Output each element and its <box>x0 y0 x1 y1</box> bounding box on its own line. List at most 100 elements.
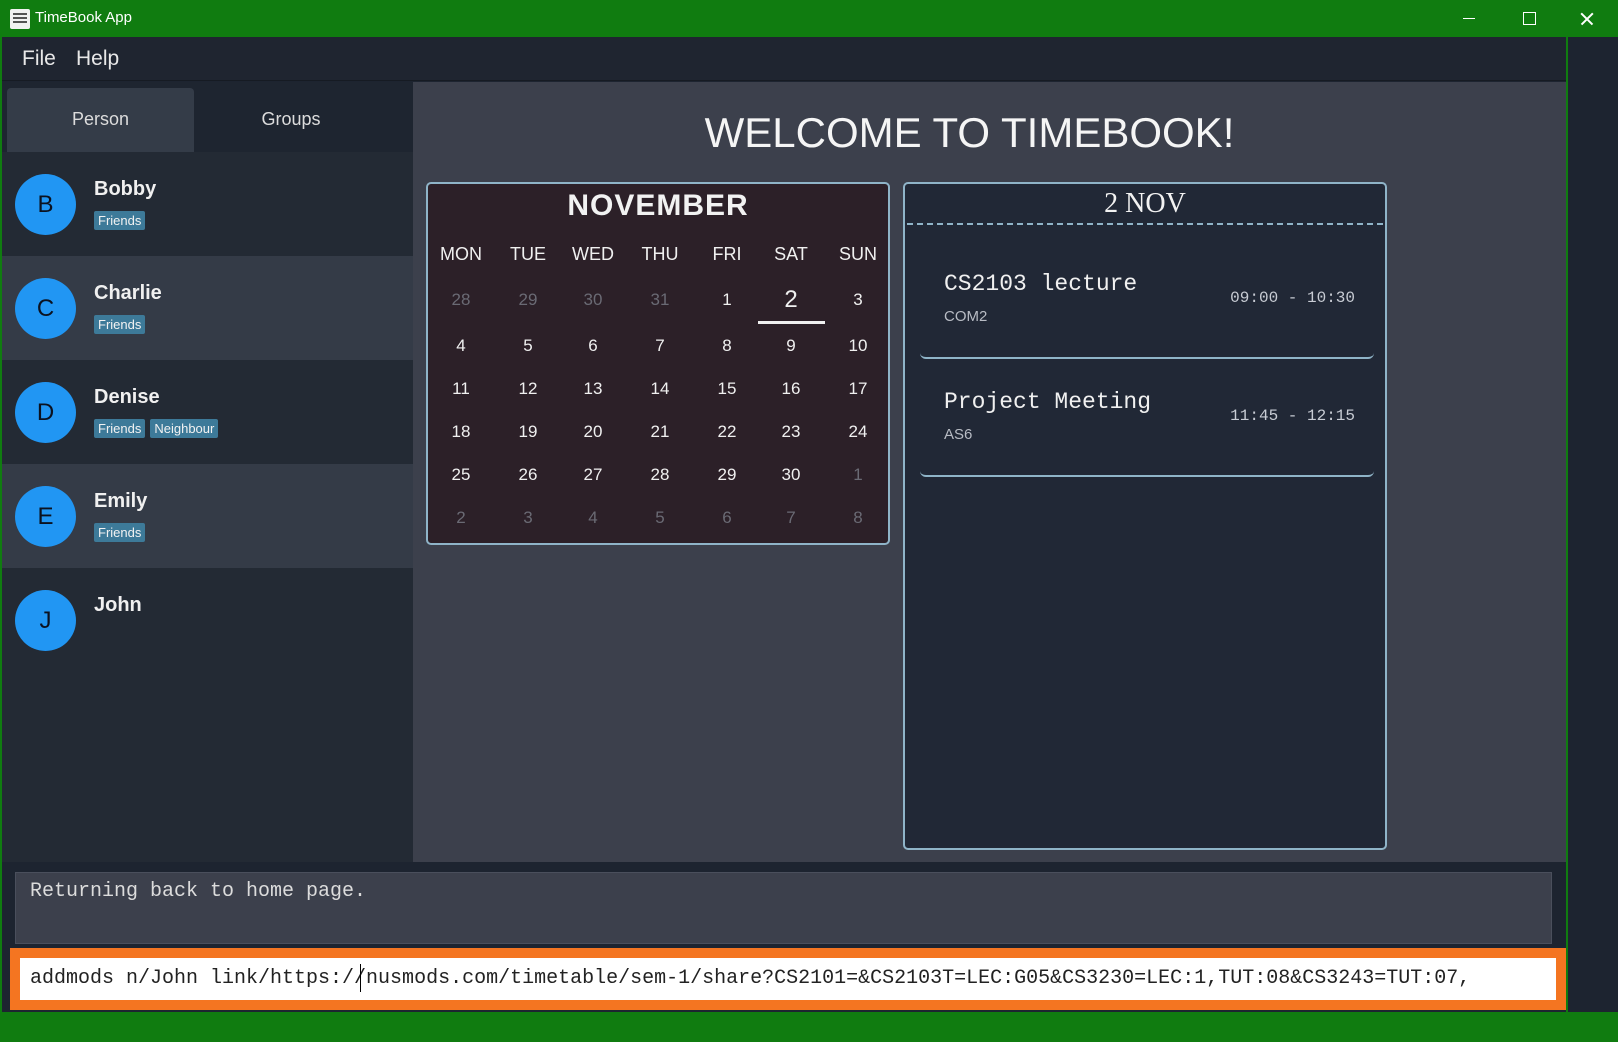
weekday-header: SUN <box>838 244 877 264</box>
calendar-day[interactable]: 16 <box>761 379 821 399</box>
calendar-day[interactable]: 4 <box>563 508 623 528</box>
calendar: NOVEMBER MON TUE WED THU FRI SAT SUN 28 29 30 31 1 2… <box>426 182 890 545</box>
command-text: addmods n/John link/https://nusmods.com/… <box>30 967 1471 990</box>
calendar-day[interactable]: 8 <box>697 336 757 356</box>
minimize-icon[interactable] <box>1440 0 1498 37</box>
calendar-day[interactable]: 30 <box>563 290 623 310</box>
event-title: Project Meeting <box>944 389 1152 415</box>
calendar-day[interactable]: 27 <box>563 465 623 485</box>
calendar-day[interactable]: 28 <box>431 290 491 310</box>
tag-badge: Friends <box>94 211 146 230</box>
calendar-day[interactable]: 20 <box>563 422 623 442</box>
person-card[interactable]: J John <box>2 568 413 672</box>
calendar-day[interactable]: 29 <box>697 465 757 485</box>
tag-list: Friends <box>94 315 150 334</box>
tag-badge: Friends <box>94 523 146 542</box>
close-icon[interactable] <box>1558 0 1616 37</box>
event-title: CS2103 lecture <box>944 271 1138 297</box>
main-panel: WELCOME TO TIMEBOOK! NOVEMBER MON TUE WED T… <box>413 82 1566 862</box>
calendar-day[interactable]: 3 <box>498 508 558 528</box>
person-card[interactable]: E Emily Friends <box>2 464 413 568</box>
calendar-day[interactable]: 1 <box>697 290 757 310</box>
calendar-day[interactable]: 8 <box>828 508 888 528</box>
calendar-day[interactable]: 25 <box>431 465 491 485</box>
calendar-day-selected[interactable]: 2 <box>761 286 821 314</box>
calendar-day[interactable]: 1 <box>828 465 888 485</box>
result-text: Returning back to home page. <box>30 880 367 903</box>
person-card[interactable]: C Charlie Friends <box>2 256 413 360</box>
calendar-day[interactable]: 5 <box>630 508 690 528</box>
calendar-day[interactable]: 26 <box>498 465 558 485</box>
calendar-day[interactable]: 14 <box>630 379 690 399</box>
weekday-header: FRI <box>712 244 742 264</box>
menu-file[interactable]: File <box>22 47 56 71</box>
event-card[interactable]: CS2103 lecture COM2 09:00 - 10:30 <box>920 241 1374 359</box>
window-title: TimeBook App <box>35 9 132 26</box>
tab-person[interactable]: Person <box>7 88 194 152</box>
calendar-day[interactable]: 2 <box>431 508 491 528</box>
command-box: addmods n/John link/https://nusmods.com/… <box>10 948 1566 1010</box>
calendar-day[interactable]: 9 <box>761 336 821 356</box>
calendar-day[interactable]: 10 <box>828 336 888 356</box>
tag-list: Friends <box>94 523 150 542</box>
menu-help[interactable]: Help <box>76 47 119 71</box>
event-time: 09:00 - 10:30 <box>1230 289 1355 307</box>
calendar-day[interactable]: 12 <box>498 379 558 399</box>
avatar: D <box>15 382 76 443</box>
avatar: C <box>15 278 76 339</box>
avatar: J <box>15 590 76 651</box>
tag-badge: Friends <box>94 315 146 334</box>
event-card[interactable]: Project Meeting AS6 11:45 - 12:15 <box>920 359 1374 477</box>
calendar-day[interactable]: 5 <box>498 336 558 356</box>
app-icon <box>10 9 30 29</box>
person-panel: Person Groups B Bobby Friends C Charlie Frien… <box>2 82 413 862</box>
event-time: 11:45 - 12:15 <box>1230 407 1355 425</box>
weekday-header: MON <box>440 244 482 264</box>
schedule-panel: 2 NOV CS2103 lecture COM2 09:00 - 10:30 … <box>903 182 1387 850</box>
event-location: COM2 <box>944 308 988 325</box>
calendar-day[interactable]: 28 <box>630 465 690 485</box>
calendar-day[interactable]: 4 <box>431 336 491 356</box>
calendar-day[interactable]: 17 <box>828 379 888 399</box>
menu-bar: File Help <box>2 37 1616 81</box>
calendar-day[interactable]: 24 <box>828 422 888 442</box>
calendar-day[interactable]: 19 <box>498 422 558 442</box>
calendar-day[interactable]: 7 <box>761 508 821 528</box>
person-card[interactable]: B Bobby Friends <box>2 152 413 256</box>
calendar-day[interactable]: 29 <box>498 290 558 310</box>
tag-badge: Friends <box>94 419 146 438</box>
event-location: AS6 <box>944 426 973 443</box>
calendar-day[interactable]: 30 <box>761 465 821 485</box>
window-border-right <box>1566 37 1618 1012</box>
person-card[interactable]: D Denise Friends Neighbour <box>2 360 413 464</box>
schedule-divider <box>907 223 1383 225</box>
selected-day-underline <box>758 321 825 324</box>
maximize-icon[interactable] <box>1500 0 1558 37</box>
command-input[interactable]: addmods n/John link/https://nusmods.com/… <box>20 958 1556 1000</box>
window-border-bottom <box>0 1012 1618 1042</box>
person-name: Denise <box>94 386 160 408</box>
calendar-day[interactable]: 6 <box>697 508 757 528</box>
calendar-day[interactable]: 7 <box>630 336 690 356</box>
calendar-day[interactable]: 6 <box>563 336 623 356</box>
calendar-day[interactable]: 3 <box>828 290 888 310</box>
calendar-day[interactable]: 21 <box>630 422 690 442</box>
calendar-day[interactable]: 31 <box>630 290 690 310</box>
calendar-day[interactable]: 18 <box>431 422 491 442</box>
weekday-header: SAT <box>774 244 808 264</box>
tag-list: Friends Neighbour <box>94 419 223 438</box>
weekday-header: TUE <box>510 244 546 264</box>
calendar-day[interactable]: 15 <box>697 379 757 399</box>
calendar-day[interactable]: 23 <box>761 422 821 442</box>
weekday-header: THU <box>641 244 679 264</box>
tab-groups[interactable]: Groups <box>195 88 387 152</box>
person-name: Emily <box>94 490 148 512</box>
avatar: E <box>15 486 76 547</box>
calendar-month: NOVEMBER <box>567 189 749 222</box>
calendar-day[interactable]: 22 <box>697 422 757 442</box>
welcome-heading: WELCOME TO TIMEBOOK! <box>704 109 1235 156</box>
calendar-day[interactable]: 11 <box>431 379 491 399</box>
person-name: John <box>94 594 142 616</box>
weekday-header: WED <box>572 244 614 264</box>
calendar-day[interactable]: 13 <box>563 379 623 399</box>
